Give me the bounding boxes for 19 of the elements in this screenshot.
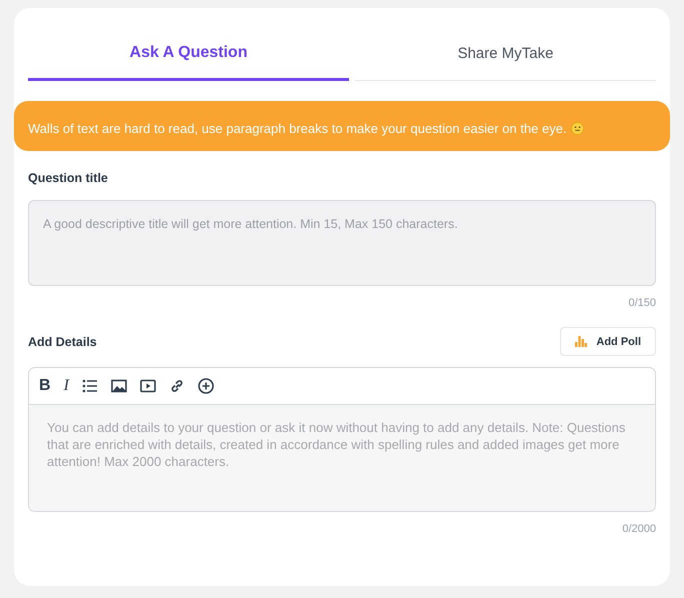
tab[interactable]: Ask A Question: [28, 30, 349, 81]
smiley-icon: [570, 122, 584, 134]
tip-text: Walls of text are hard to read, use paragraph breaks to make your question easier on the eye.: [28, 120, 567, 136]
char-counter: 0/150: [628, 297, 656, 309]
bold-button[interactable]: B: [39, 377, 51, 395]
add-icon[interactable]: [198, 378, 214, 394]
field-label: Question title: [28, 171, 109, 185]
list-icon[interactable]: [82, 378, 98, 394]
char-counter: 0/2000: [622, 523, 656, 535]
input-field[interactable]: You can add details to your question or ask it now without having to add any details. Note: Questions that are enriched with details, created in accordance with spelling rules and added images get more attention! Max 2000 characters.: [29, 405, 655, 511]
tab[interactable]: Share MyTake: [355, 30, 656, 81]
image-icon[interactable]: [110, 378, 127, 394]
italic-button[interactable]: I: [64, 377, 69, 395]
link-icon[interactable]: [168, 378, 185, 394]
field-label: Add Details: [28, 334, 97, 348]
play-icon[interactable]: [140, 378, 156, 394]
add-poll-button[interactable]: Add Poll: [560, 327, 656, 356]
input-field[interactable]: A good descriptive title will get more attention. Min 15, Max 150 characters.: [28, 200, 656, 286]
bar-chart-icon: [575, 336, 588, 347]
